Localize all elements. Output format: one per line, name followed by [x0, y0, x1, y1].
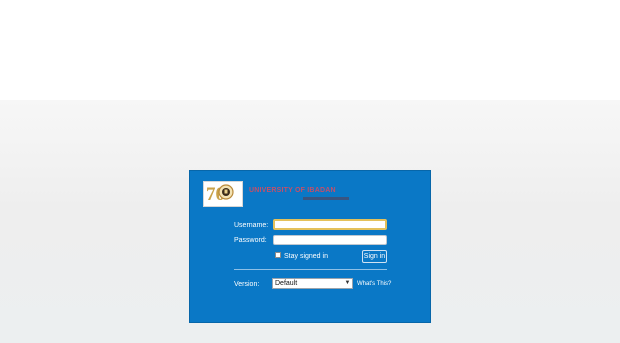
username-label: Username: [234, 222, 269, 229]
username-input[interactable] [273, 219, 387, 230]
version-select[interactable]: Default ▼ [272, 278, 353, 289]
stay-signed-in-checkbox[interactable] [275, 252, 281, 258]
stay-signed-in-label: Stay signed in [284, 253, 328, 260]
version-selected-value: Default [275, 280, 298, 287]
version-label: Version: [234, 281, 260, 288]
chevron-down-icon: ▼ [344, 280, 351, 286]
login-panel: 70 UNIVERSITY OF IBADAN Username: Passwo… [189, 170, 431, 323]
university-name: UNIVERSITY OF IBADAN [249, 187, 336, 194]
form-divider [234, 269, 387, 270]
anniversary-seal-icon: 70 [206, 184, 234, 204]
university-motto [303, 197, 349, 200]
university-logo: 70 [203, 181, 243, 207]
password-input[interactable] [273, 235, 387, 245]
password-label: Password: [234, 237, 267, 244]
whats-this-link[interactable]: What's This? [357, 280, 391, 288]
sign-in-button[interactable]: Sign in [362, 250, 387, 263]
page-header-area [0, 0, 620, 100]
